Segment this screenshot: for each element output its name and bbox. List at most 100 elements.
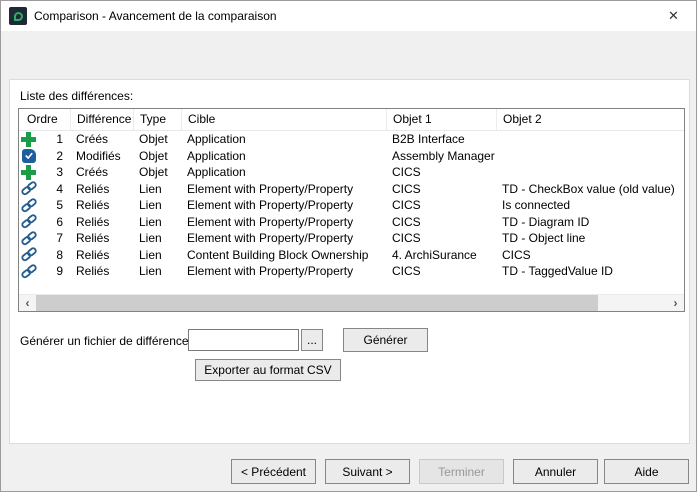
row-difference: Modifiés bbox=[71, 148, 134, 165]
row-difference: Reliés bbox=[71, 214, 134, 231]
cell-ordre: 7 bbox=[19, 230, 71, 247]
link-icon bbox=[21, 198, 37, 213]
row-difference: Reliés bbox=[71, 247, 134, 264]
row-objet2: TD - CheckBox value (old value) bbox=[497, 181, 684, 198]
row-order: 8 bbox=[37, 247, 71, 264]
row-difference: Reliés bbox=[71, 181, 134, 198]
column-header-cible[interactable]: Cible bbox=[182, 109, 387, 130]
row-difference: Créés bbox=[71, 164, 134, 181]
row-objet1: CICS bbox=[387, 164, 497, 181]
dialog-window: Comparison - Avancement de la comparaiso… bbox=[0, 0, 697, 492]
row-type: Lien bbox=[134, 263, 182, 280]
row-type: Objet bbox=[134, 164, 182, 181]
row-cible: Element with Property/Property bbox=[182, 263, 387, 280]
column-header-objet2[interactable]: Objet 2 bbox=[497, 109, 684, 130]
row-objet2: Is connected bbox=[497, 197, 684, 214]
scrollbar-track[interactable] bbox=[598, 295, 667, 311]
row-difference: Reliés bbox=[71, 263, 134, 280]
row-cible: Application bbox=[182, 148, 387, 165]
column-header-difference[interactable]: Différence bbox=[71, 109, 134, 130]
row-difference: Reliés bbox=[71, 230, 134, 247]
row-order: 3 bbox=[36, 164, 71, 181]
cell-ordre: 2 bbox=[19, 148, 71, 165]
cell-ordre: 6 bbox=[19, 214, 71, 231]
differences-list-label: Liste des différences: bbox=[20, 89, 133, 103]
row-objet2: TD - Diagram ID bbox=[497, 214, 684, 231]
row-cible: Element with Property/Property bbox=[182, 197, 387, 214]
row-difference: Créés bbox=[71, 131, 134, 148]
cell-ordre: 1 bbox=[19, 131, 71, 148]
next-button[interactable]: Suivant > bbox=[325, 459, 410, 484]
app-icon-ring bbox=[14, 12, 23, 21]
app-icon bbox=[9, 7, 27, 25]
cell-ordre: 4 bbox=[19, 181, 71, 198]
row-objet1: CICS bbox=[387, 197, 497, 214]
link-icon bbox=[21, 181, 37, 196]
modified-check-icon bbox=[22, 149, 36, 163]
row-order: 7 bbox=[37, 230, 71, 247]
row-objet2: TD - TaggedValue ID bbox=[497, 263, 684, 280]
row-cible: Element with Property/Property bbox=[182, 181, 387, 198]
scrollbar-thumb[interactable] bbox=[36, 295, 598, 311]
created-plus-icon bbox=[21, 165, 36, 180]
table-row[interactable]: 5 Reliés Lien Element with Property/Prop… bbox=[19, 197, 684, 214]
link-icon bbox=[21, 264, 37, 279]
generate-file-label: Générer un fichier de différences: bbox=[20, 334, 198, 348]
table-row[interactable]: 9 Reliés Lien Element with Property/Prop… bbox=[19, 263, 684, 280]
row-type: Objet bbox=[134, 148, 182, 165]
export-csv-button[interactable]: Exporter au format CSV bbox=[195, 359, 341, 381]
table-body: 1 Créés Objet Application B2B Interface … bbox=[19, 131, 684, 294]
diff-file-input[interactable] bbox=[188, 329, 299, 351]
row-type: Lien bbox=[134, 181, 182, 198]
close-icon[interactable]: ✕ bbox=[651, 1, 696, 31]
row-objet1: Assembly Manager bbox=[387, 148, 497, 165]
row-cible: Application bbox=[182, 131, 387, 148]
table-row[interactable]: 2 Modifiés Objet Application Assembly Ma… bbox=[19, 148, 684, 165]
link-icon bbox=[21, 231, 37, 246]
browse-button[interactable]: ... bbox=[301, 329, 323, 351]
previous-button[interactable]: < Précédent bbox=[231, 459, 316, 484]
scroll-left-icon[interactable]: ‹ bbox=[19, 295, 36, 311]
row-objet1: CICS bbox=[387, 214, 497, 231]
cell-ordre: 9 bbox=[19, 263, 71, 280]
row-type: Lien bbox=[134, 197, 182, 214]
content-panel: Liste des différences: Ordre Différence … bbox=[9, 79, 690, 444]
column-header-objet1[interactable]: Objet 1 bbox=[387, 109, 497, 130]
differences-table: Ordre Différence Type Cible Objet 1 Obje… bbox=[18, 108, 685, 312]
row-order: 4 bbox=[37, 181, 71, 198]
row-type: Lien bbox=[134, 230, 182, 247]
cell-ordre: 5 bbox=[19, 197, 71, 214]
created-plus-icon bbox=[21, 132, 36, 147]
row-cible: Content Building Block Ownership bbox=[182, 247, 387, 264]
row-objet1: 4. ArchiSurance bbox=[387, 247, 497, 264]
row-order: 1 bbox=[36, 131, 71, 148]
row-order: 2 bbox=[36, 148, 71, 165]
table-header: Ordre Différence Type Cible Objet 1 Obje… bbox=[19, 109, 684, 131]
help-button[interactable]: Aide bbox=[604, 459, 689, 484]
table-row[interactable]: 3 Créés Objet Application CICS bbox=[19, 164, 684, 181]
row-objet1: CICS bbox=[387, 230, 497, 247]
row-order: 5 bbox=[37, 197, 71, 214]
table-row[interactable]: 1 Créés Objet Application B2B Interface bbox=[19, 131, 684, 148]
row-objet2: TD - Object line bbox=[497, 230, 684, 247]
table-row[interactable]: 7 Reliés Lien Element with Property/Prop… bbox=[19, 230, 684, 247]
row-type: Lien bbox=[134, 247, 182, 264]
row-cible: Element with Property/Property bbox=[182, 214, 387, 231]
scroll-right-icon[interactable]: › bbox=[667, 295, 684, 311]
link-icon bbox=[21, 214, 37, 229]
row-objet1: B2B Interface bbox=[387, 131, 497, 148]
row-cible: Application bbox=[182, 164, 387, 181]
finish-button[interactable]: Terminer bbox=[419, 459, 504, 484]
column-header-type[interactable]: Type bbox=[134, 109, 182, 130]
link-icon bbox=[21, 247, 37, 262]
table-row[interactable]: 4 Reliés Lien Element with Property/Prop… bbox=[19, 181, 684, 198]
row-order: 9 bbox=[37, 263, 71, 280]
row-objet1: CICS bbox=[387, 263, 497, 280]
column-header-ordre[interactable]: Ordre bbox=[19, 109, 71, 130]
table-row[interactable]: 8 Reliés Lien Content Building Block Own… bbox=[19, 247, 684, 264]
row-order: 6 bbox=[37, 214, 71, 231]
table-row[interactable]: 6 Reliés Lien Element with Property/Prop… bbox=[19, 214, 684, 231]
horizontal-scrollbar[interactable]: ‹ › bbox=[19, 294, 684, 311]
generate-button[interactable]: Générer bbox=[343, 328, 428, 352]
cancel-button[interactable]: Annuler bbox=[513, 459, 598, 484]
